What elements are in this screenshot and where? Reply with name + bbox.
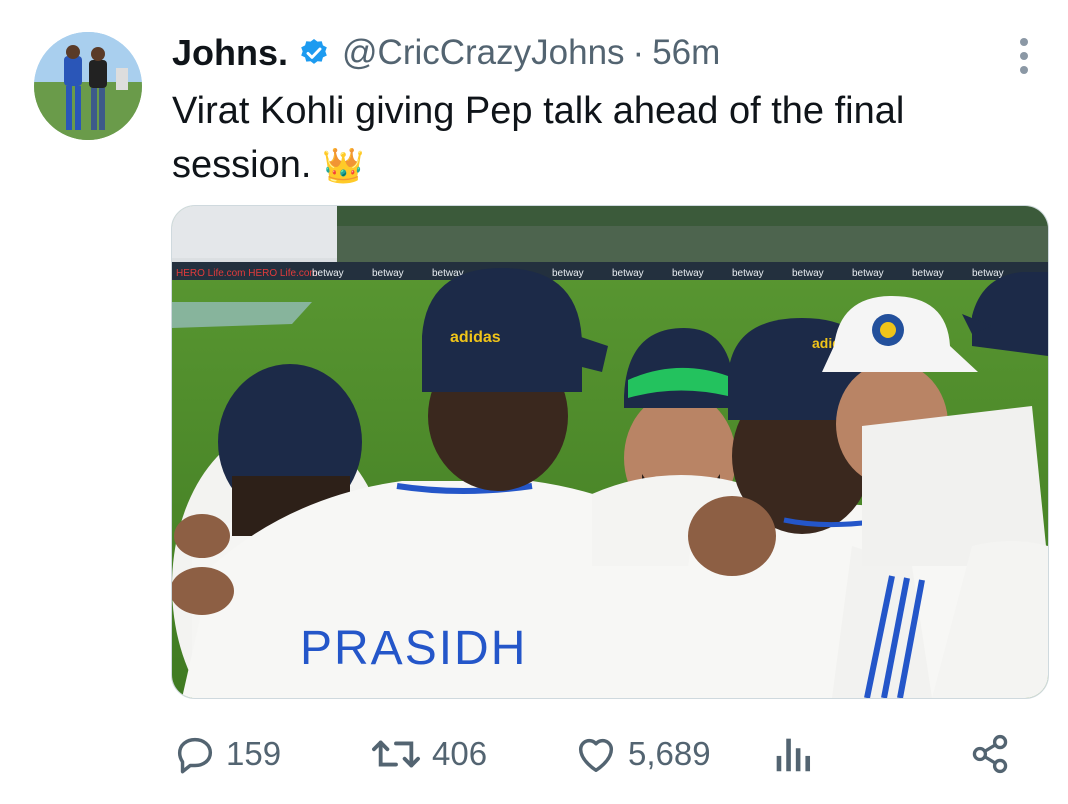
media-photo: HERO Life.com HERO Life.com betway betway… [172,206,1048,698]
reply-count: 159 [226,735,282,772]
crown-emoji: 👑 [321,147,365,185]
ad-board-label: betway [732,268,764,279]
jersey-name: PRASIDH [300,622,527,675]
timestamp[interactable]: 56m [652,33,720,73]
ad-board-label: betway [972,268,1004,279]
tweet-text: Virat Kohli giving Pep talk ahead of the… [172,84,1012,193]
tweet-header: Johns. @CricCrazyJohns · 56m [172,28,720,78]
views-chart-icon [776,738,811,772]
ad-board-label: betway [312,268,344,279]
tweet-body: Virat Kohli giving Pep talk ahead of the… [172,90,905,186]
ad-left-text: HERO Life.com HERO Life.com [176,268,318,279]
avatar-photo [34,32,142,140]
more-options-icon[interactable] [1012,36,1036,76]
ad-board-label: betway [792,268,824,279]
repost-button[interactable]: 406 [368,726,487,782]
action-bar: 159 406 5,689 [172,726,1022,782]
svg-text:adidas: adidas [450,329,501,346]
views-button[interactable] [772,726,820,782]
ad-board-label: betway [912,268,944,279]
repost-count: 406 [432,735,488,772]
separator-dot: · [632,33,645,72]
author-handle[interactable]: @CricCrazyJohns [342,33,625,73]
like-button[interactable]: 5,689 [572,726,711,782]
share-button[interactable] [968,726,1020,782]
ad-board-label: betway [672,268,704,279]
reply-icon [177,737,213,774]
heart-icon [578,738,614,773]
ad-board-label: betway [612,268,644,279]
author-name[interactable]: Johns. [172,32,288,74]
like-count: 5,689 [628,735,711,772]
reply-button[interactable]: 159 [172,726,281,782]
ad-board-label: betway [372,268,404,279]
share-icon [972,734,1008,774]
avatar[interactable] [34,32,142,140]
ad-board-label: betway [852,268,884,279]
tweet-media[interactable]: HERO Life.com HERO Life.com betway betway… [171,205,1049,699]
ad-board-label: betway [552,268,584,279]
repost-icon [372,740,420,768]
cap-center [422,268,582,392]
verified-badge-icon [301,39,327,64]
